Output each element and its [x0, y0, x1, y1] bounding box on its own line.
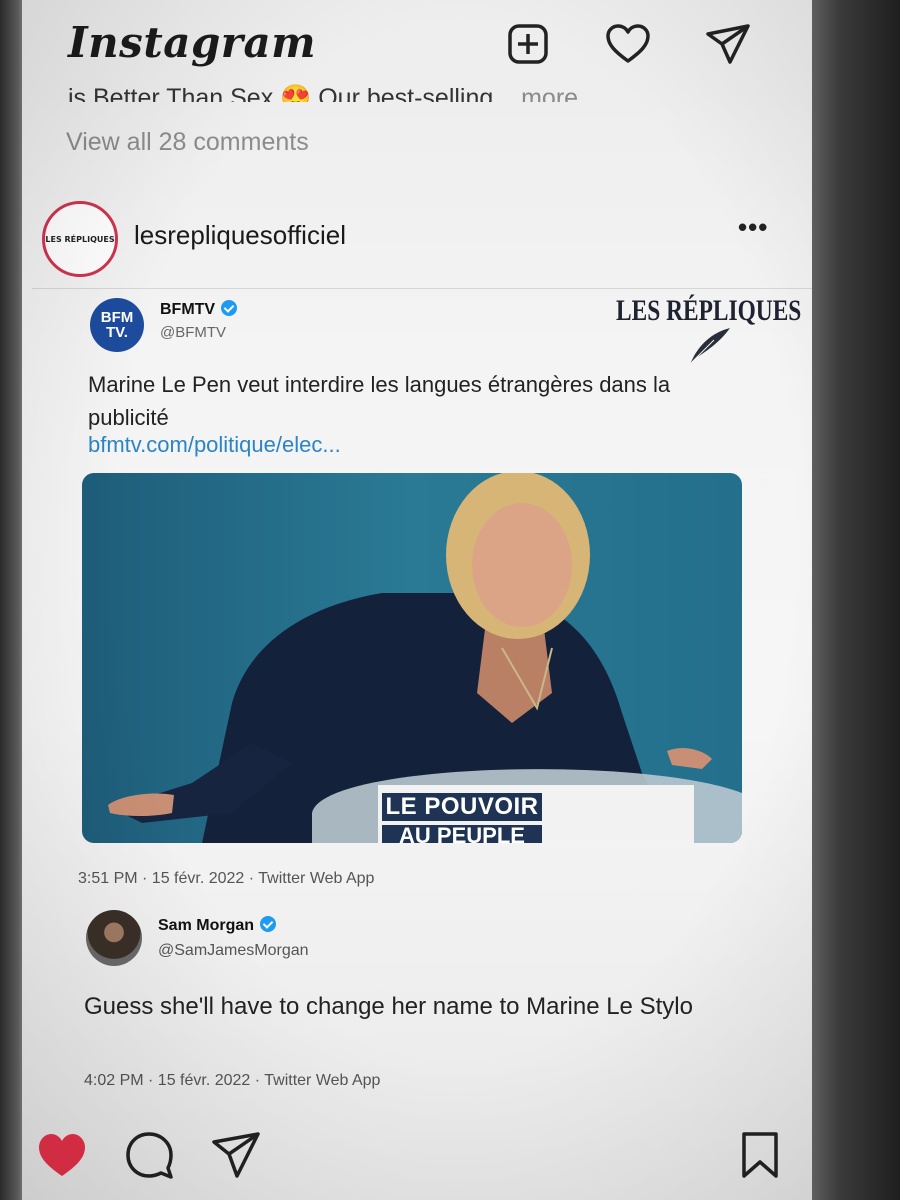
tweet-author: BFMTV — [160, 300, 238, 319]
new-post-icon[interactable] — [504, 20, 552, 68]
avatar-logo-text: LES RÉPLIQUES — [45, 234, 115, 244]
tweet-photo: LE POUVOIR AU PEUPLE — [82, 473, 742, 843]
heart-filled-icon[interactable] — [36, 1130, 88, 1180]
podium-sign-line1: LE POUVOIR — [382, 793, 542, 821]
tweet-author-name: BFMTV — [160, 301, 216, 318]
instagram-logo[interactable]: Instagram — [68, 18, 316, 67]
bookmark-icon[interactable] — [734, 1130, 786, 1180]
verified-badge-icon — [221, 300, 238, 316]
profile-avatar[interactable]: LES RÉPLIQUES — [42, 201, 118, 277]
heart-icon[interactable] — [604, 20, 652, 68]
share-icon[interactable] — [210, 1130, 262, 1180]
reply-text: Guess she'll have to change her name to … — [84, 993, 693, 1020]
direct-message-icon[interactable] — [704, 20, 752, 68]
verified-badge-icon — [260, 916, 277, 932]
app-header: Instagram — [22, 0, 812, 92]
post-username[interactable]: lesrepliquesofficiel — [134, 220, 346, 251]
reply-handle: @SamJamesMorgan — [158, 942, 309, 959]
reply-timestamp: 4:02 PM · 15 févr. 2022 · Twitter Web Ap… — [84, 1072, 381, 1089]
device-bezel-right — [800, 0, 900, 1200]
reply-author: Sam Morgan — [158, 916, 277, 935]
watermark: LES RÉPLIQUES — [616, 294, 802, 327]
tweet-timestamp: 3:51 PM · 15 févr. 2022 · Twitter Web Ap… — [78, 870, 375, 887]
more-options-icon[interactable]: ••• — [738, 212, 768, 243]
comment-icon[interactable] — [124, 1130, 176, 1180]
view-all-comments-link[interactable]: View all 28 comments — [66, 128, 309, 157]
tweet-handle: @BFMTV — [160, 324, 227, 341]
more-link[interactable]: more — [521, 84, 578, 102]
quill-icon — [689, 328, 730, 365]
tweet-text: Marine Le Pen veut interdire les langues… — [88, 372, 671, 430]
podium-sign-line2: AU PEUPLE — [382, 825, 542, 843]
divider — [32, 288, 812, 289]
tweet-link[interactable]: bfmtv.com/politique/elec... — [88, 432, 341, 458]
previous-post-caption: is Better Than Sex 😍 Our best-selling...… — [68, 80, 578, 102]
bfmtv-avatar: BFM TV. — [90, 298, 144, 352]
reply-avatar — [86, 910, 142, 966]
phone-screen: Instagram is Better Than Sex 😍 Our best-… — [22, 0, 812, 1200]
post-image[interactable]: BFM TV. BFMTV @BFMTV LES RÉPLIQUES Marin… — [32, 290, 812, 1110]
reply-author-name: Sam Morgan — [158, 917, 255, 934]
